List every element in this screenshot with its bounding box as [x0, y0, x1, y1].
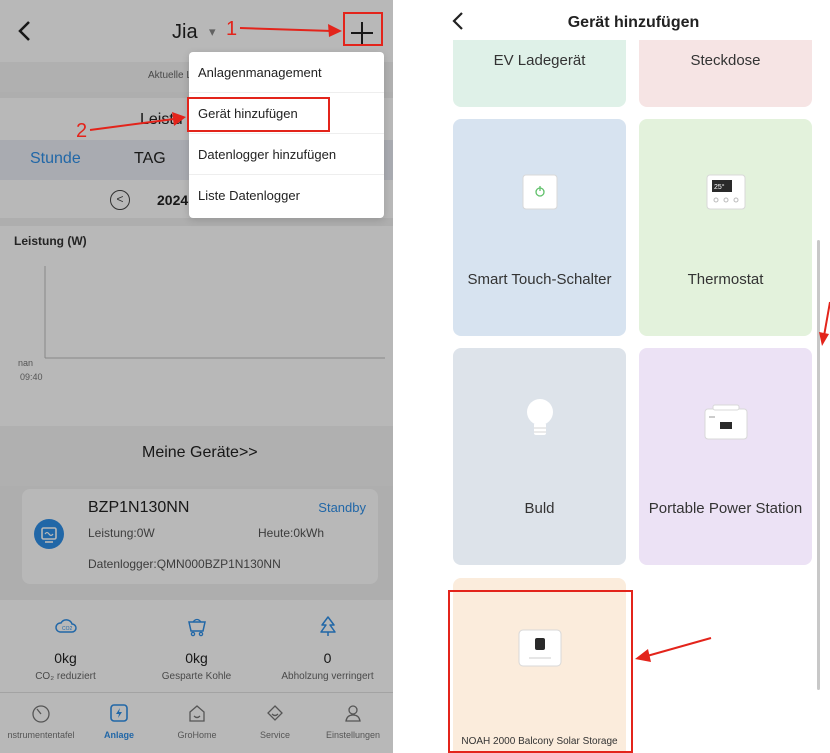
arrow-to-noah: [635, 637, 712, 662]
device-tile-label: Buld: [524, 500, 555, 517]
power-station-icon: [703, 403, 749, 446]
add-device-screen: Gerät hinzufügen EV Ladegerät Steckdose …: [437, 0, 830, 753]
device-tile-thermostat[interactable]: 25° Thermostat: [639, 119, 812, 336]
screenshot-stage: Jia ▾ Aktuelle L Leistu Stunde TAG < 202…: [0, 0, 830, 753]
bulb-icon: [524, 396, 556, 447]
highlight-plus: [343, 12, 383, 46]
page-title: Gerät hinzufügen: [567, 14, 700, 31]
device-tile-label: Portable Power Station: [648, 500, 803, 517]
plant-screen: Jia ▾ Aktuelle L Leistu Stunde TAG < 202…: [0, 0, 393, 753]
touch-switch-icon: [522, 174, 558, 215]
device-tile-label: EV Ladegerät: [493, 52, 586, 69]
add-device-header: Gerät hinzufügen: [437, 0, 830, 40]
device-tile-power-station[interactable]: Portable Power Station: [639, 348, 812, 565]
highlight-noah-tile: [448, 590, 633, 753]
menu-item-datalogger-list[interactable]: Liste Datenlogger: [189, 175, 384, 216]
menu-item-label: Datenlogger hinzufügen: [198, 147, 337, 162]
device-tile-touch-switch[interactable]: Smart Touch-Schalter: [453, 119, 626, 336]
arrow-to-plus: [239, 24, 342, 37]
highlight-add-device: [187, 97, 330, 132]
device-tile-label: Steckdose: [690, 52, 761, 69]
device-tile-label: Smart Touch-Schalter: [467, 271, 612, 288]
menu-item-label: Liste Datenlogger: [198, 188, 300, 203]
arrow-to-scrollbar: [819, 301, 830, 346]
thermostat-icon: 25°: [706, 174, 746, 215]
menu-item-add-datalogger[interactable]: Datenlogger hinzufügen: [189, 134, 384, 175]
thermostat-display: 25°: [714, 183, 725, 191]
add-menu: Anlagenmanagement Gerät hinzufügen Daten…: [189, 52, 384, 218]
arrow-to-add-device: [89, 112, 186, 131]
menu-item-label: Anlagenmanagement: [198, 65, 322, 80]
menu-item-plant-management[interactable]: Anlagenmanagement: [189, 52, 384, 93]
device-tile-bulb[interactable]: Buld: [453, 348, 626, 565]
device-tile-label: Thermostat: [687, 271, 764, 288]
